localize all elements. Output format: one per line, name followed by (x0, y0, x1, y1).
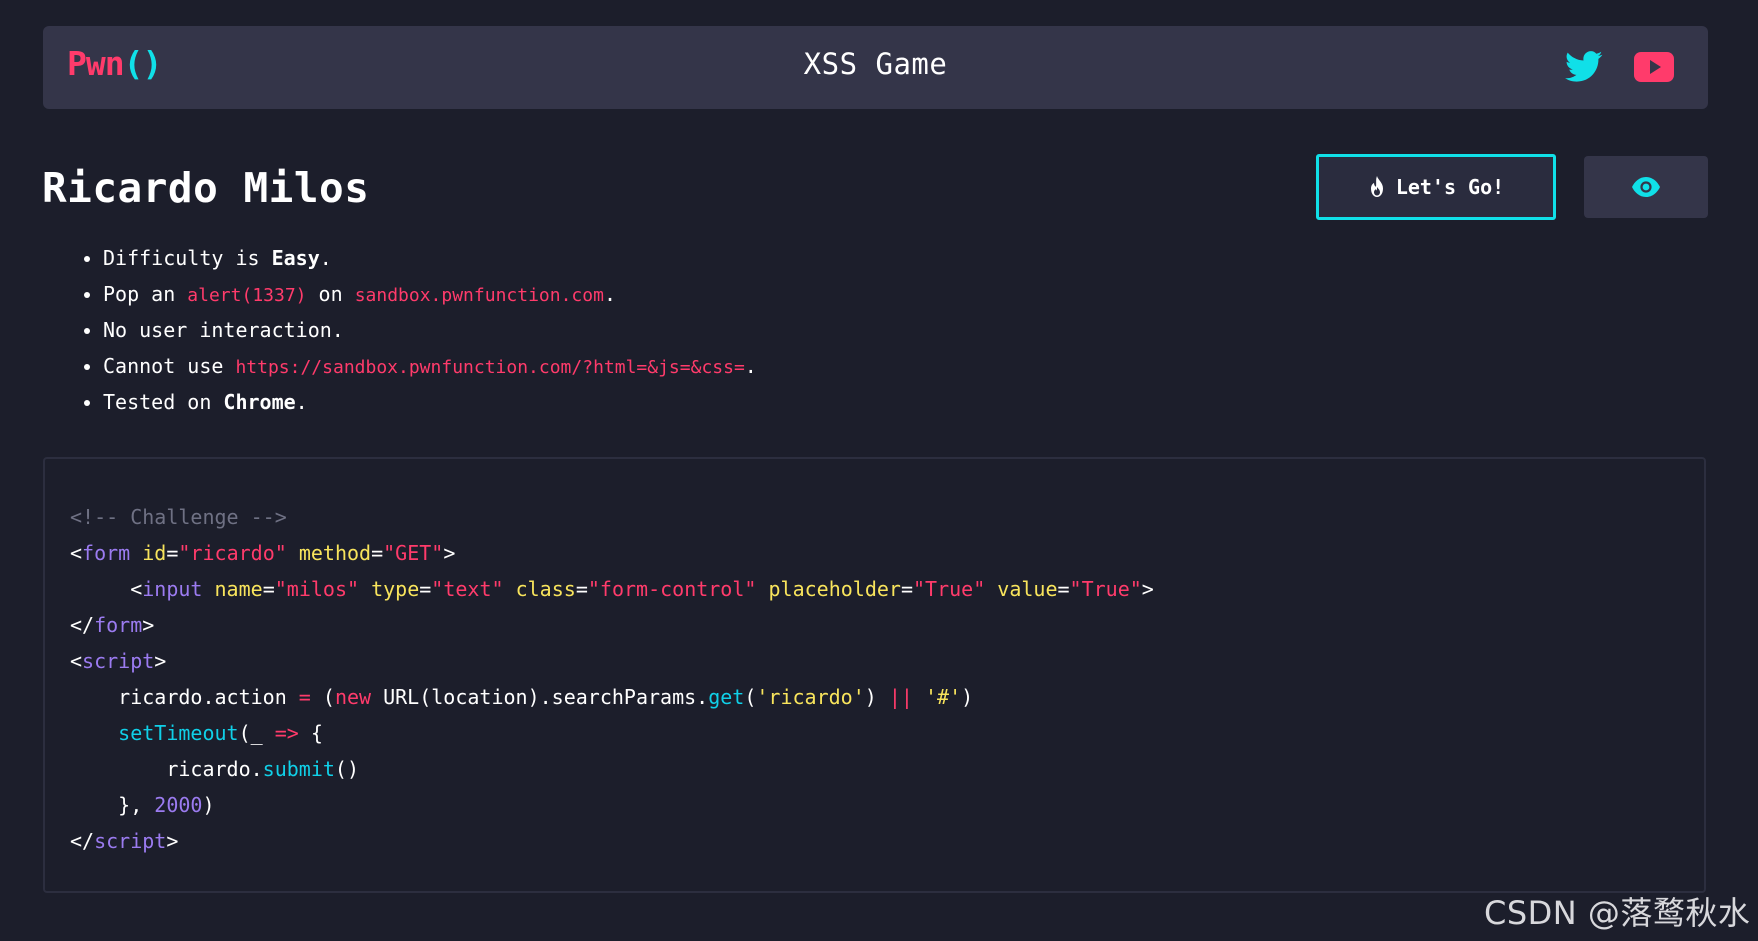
rule-difficulty: Difficulty is Easy. (103, 240, 757, 276)
code-text: ) (202, 793, 215, 817)
code-operator: || (888, 685, 913, 709)
code-function: setTimeout (118, 721, 239, 745)
rule-suffix: . (744, 354, 757, 378)
rule-browser: Tested on Chrome. (103, 384, 757, 420)
code-operator: = (298, 685, 311, 709)
code-text: ricardo.action (118, 685, 299, 709)
code-attr: value (997, 577, 1058, 601)
lets-go-label: Let's Go! (1395, 175, 1505, 199)
code-tag: input (142, 577, 203, 601)
rule-text: Cannot use (103, 354, 236, 378)
code-attr: placeholder (768, 577, 901, 601)
code-string: '#' (925, 685, 962, 709)
twitter-link[interactable] (1564, 46, 1604, 88)
code-function: submit (262, 757, 335, 781)
rule-interaction: No user interaction. (103, 312, 757, 348)
code-text: ) (864, 685, 889, 709)
code-text: { (298, 721, 323, 745)
alert-code: alert(1337) (187, 285, 307, 306)
rules-list: Difficulty is Easy. Pop an alert(1337) o… (78, 240, 757, 420)
code-tag: script (82, 649, 155, 673)
code-line-10: </script> (70, 829, 179, 853)
code-line-9: }, 2000) (70, 787, 1154, 823)
code-text: ricardo. (166, 757, 263, 781)
code-value: "text" (431, 577, 504, 601)
eye-icon (1632, 177, 1660, 197)
browser-value: Chrome (223, 390, 296, 414)
rule-suffix: . (295, 390, 308, 414)
code-text: ( (744, 685, 757, 709)
rule-suffix: . (603, 282, 616, 306)
code-tag: form (94, 613, 143, 637)
code-value: "GET" (383, 541, 444, 565)
code-line-2: <form id="ricardo" method="GET"> (70, 541, 456, 565)
code-value: "milos" (274, 577, 360, 601)
code-attr: method (298, 541, 372, 565)
code-text: }, (118, 793, 155, 817)
code-attr: class (515, 577, 576, 601)
code-line-7: setTimeout(_ => { (70, 715, 1154, 751)
code-block[interactable]: <!-- Challenge --> <form id="ricardo" met… (43, 457, 1706, 893)
code-line-8: ricardo.submit() (70, 751, 1154, 787)
code-value: "True" (1069, 577, 1142, 601)
rule-text: Difficulty is (103, 246, 272, 270)
code-text: ) (961, 685, 974, 709)
sandbox-domain-code: sandbox.pwnfunction.com (354, 285, 604, 306)
code-text: (_ (238, 721, 275, 745)
challenge-title: Ricardo Milos (42, 164, 370, 212)
code-line-4: </form> (70, 613, 155, 637)
code-attr: type (371, 577, 420, 601)
code-string: 'ricardo' (756, 685, 865, 709)
code-function: get (708, 685, 745, 709)
code-operator: => (274, 721, 299, 745)
navbar: Pwn() XSS Game (43, 26, 1708, 109)
code-keyword: new (334, 685, 372, 709)
code-line-1: <!-- Challenge --> (70, 499, 1154, 535)
code-comment: <!-- Challenge --> (70, 505, 287, 529)
code-tag: script (94, 829, 167, 853)
code-attr: name (214, 577, 263, 601)
rule-text: Pop an (103, 282, 188, 306)
rule-text: on (306, 282, 355, 306)
youtube-link[interactable] (1633, 46, 1675, 88)
twitter-icon (1565, 51, 1603, 82)
page-title: XSS Game (803, 47, 948, 81)
code-text: ( (310, 685, 335, 709)
code-value: "form-control" (587, 577, 757, 601)
rule-text: Tested on (103, 390, 224, 414)
rule-alert: Pop an alert(1337) on sandbox.pwnfunctio… (103, 276, 757, 312)
difficulty-value: Easy (271, 246, 320, 270)
rule-suffix: . (319, 246, 332, 270)
fire-icon (1370, 176, 1383, 197)
code-line-6: ricardo.action = (new URL(location).sear… (70, 679, 1154, 715)
code-text: URL(location).searchParams. (371, 685, 709, 709)
code-line-3: <input name="milos" type="text" class="f… (70, 577, 1154, 601)
restricted-url-code: https://sandbox.pwnfunction.com/?html=&j… (235, 357, 745, 378)
rule-restriction: Cannot use https://sandbox.pwnfunction.c… (103, 348, 757, 384)
challenge-code: <!-- Challenge --> <form id="ricardo" met… (70, 499, 1154, 859)
code-line-5: <script> (70, 649, 167, 673)
rule-text: No user interaction. (103, 318, 344, 342)
code-value: "ricardo" (178, 541, 287, 565)
lets-go-button[interactable]: Let's Go! (1316, 154, 1556, 220)
code-text: () (334, 757, 359, 781)
code-tag: form (82, 541, 131, 565)
youtube-icon (1634, 52, 1674, 82)
code-attr: id (142, 541, 167, 565)
view-source-button[interactable] (1584, 156, 1708, 218)
watermark: CSDN @落鹜秋水 (1484, 894, 1751, 932)
code-number: 2000 (154, 793, 203, 817)
code-value: "True" (912, 577, 986, 601)
